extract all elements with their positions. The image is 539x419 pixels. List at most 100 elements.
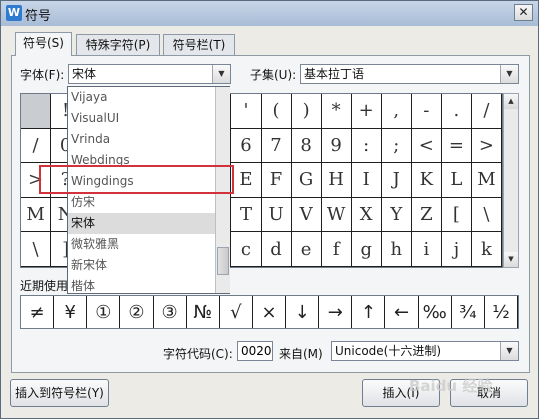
- tab-special-characters[interactable]: 特殊字符(P): [76, 34, 160, 55]
- symbol-cell[interactable]: V: [291, 197, 322, 233]
- symbol-cell[interactable]: T: [231, 197, 262, 233]
- font-option[interactable]: Vrinda: [68, 129, 215, 150]
- symbol-cell[interactable]: e: [291, 232, 322, 267]
- recent-symbol-cell[interactable]: ×: [253, 296, 287, 328]
- symbol-cell[interactable]: ': [231, 94, 262, 129]
- symbol-cell[interactable]: H: [321, 163, 352, 198]
- recent-symbol-cell[interactable]: ¾: [452, 296, 485, 328]
- font-option[interactable]: 微软雅黑: [68, 234, 215, 255]
- close-button[interactable]: ✕: [514, 4, 533, 21]
- recent-symbol-cell[interactable]: ↑: [352, 296, 386, 328]
- symbol-cell[interactable]: G: [291, 163, 322, 198]
- symbol-cell[interactable]: K: [411, 163, 442, 198]
- font-option[interactable]: Vijaya: [68, 87, 215, 108]
- scroll-down-icon[interactable]: ▼: [504, 252, 518, 267]
- subset-select-value: 基本拉丁语: [304, 67, 365, 81]
- recent-symbol-cell[interactable]: √: [220, 296, 253, 328]
- annotation-highlight-box: [39, 165, 234, 194]
- font-option[interactable]: 宋体: [68, 213, 215, 234]
- recent-label: 近期使用: [20, 279, 69, 293]
- symbol-cell[interactable]: F: [261, 163, 292, 198]
- symbol-cell[interactable]: <: [411, 128, 442, 164]
- symbol-cell[interactable]: ,: [381, 94, 412, 129]
- symbol-cell[interactable]: ): [291, 94, 322, 129]
- symbol-cell[interactable]: k: [471, 232, 502, 267]
- char-code-input[interactable]: 0020: [237, 341, 273, 361]
- symbol-cell[interactable]: /: [21, 128, 52, 164]
- symbol-cell[interactable]: *: [321, 94, 352, 129]
- symbol-cell[interactable]: (: [261, 94, 292, 129]
- symbol-cell[interactable]: =: [441, 128, 472, 164]
- recent-symbols[interactable]: ≠ ¥ ① ② ③ № √ × ↓ → ↑ ← ‰ ¾ ½: [20, 295, 519, 329]
- recent-symbol-cell[interactable]: ①: [87, 296, 121, 328]
- font-select-value: 宋体: [72, 67, 97, 81]
- symbol-cell[interactable]: f: [321, 232, 352, 267]
- symbol-cell[interactable]: Z: [411, 197, 442, 233]
- symbol-cell[interactable]: L: [441, 163, 472, 198]
- dialog-title: 符号: [25, 9, 52, 24]
- scroll-up-icon[interactable]: ▲: [504, 94, 518, 109]
- symbol-cell[interactable]: Y: [381, 197, 412, 233]
- font-select[interactable]: 宋体 ▼: [68, 64, 231, 84]
- symbol-cell[interactable]: -: [411, 94, 442, 129]
- symbol-cell[interactable]: M: [471, 163, 502, 198]
- symbol-cell[interactable]: U: [261, 197, 292, 233]
- symbol-cell[interactable]: X: [351, 197, 382, 233]
- recent-symbol-cell[interactable]: ③: [154, 296, 187, 328]
- symbol-cell[interactable]: [: [441, 197, 472, 233]
- symbol-cell[interactable]: M: [21, 197, 52, 233]
- symbol-cell[interactable]: /: [471, 94, 502, 129]
- recent-symbol-cell[interactable]: ←: [385, 296, 419, 328]
- chevron-down-icon[interactable]: ▼: [500, 65, 518, 83]
- font-option[interactable]: 楷体: [68, 276, 215, 297]
- symbol-cell[interactable]: g: [351, 232, 382, 267]
- recent-symbol-cell[interactable]: →: [319, 296, 353, 328]
- symbol-cell[interactable]: d: [261, 232, 292, 267]
- font-option[interactable]: VisualUI: [68, 108, 215, 129]
- symbol-cell[interactable]: E: [231, 163, 262, 198]
- symbol-cell[interactable]: j: [441, 232, 472, 267]
- symbol-cell[interactable]: c: [231, 232, 262, 267]
- tab-symbols[interactable]: 符号(S): [15, 32, 72, 56]
- symbol-cell[interactable]: W: [321, 197, 352, 233]
- subset-select[interactable]: 基本拉丁语 ▼: [300, 64, 519, 84]
- symbol-cell[interactable]: 6: [231, 128, 262, 164]
- font-label: 字体(F):: [20, 68, 65, 82]
- symbol-cell[interactable]: 9: [321, 128, 352, 164]
- recent-symbol-cell[interactable]: ≠: [21, 296, 55, 328]
- font-dropdown-scroll-thumb[interactable]: [217, 247, 229, 275]
- recent-symbol-cell[interactable]: ½: [485, 296, 518, 328]
- tab-symbol-bar[interactable]: 符号栏(T): [163, 34, 235, 55]
- symbol-cell[interactable]: ;: [381, 128, 412, 164]
- font-option[interactable]: 仿宋: [68, 192, 215, 213]
- recent-symbol-cell[interactable]: №: [187, 296, 220, 328]
- recent-symbol-cell[interactable]: ↓: [286, 296, 320, 328]
- from-select-value: Unicode(十六进制): [335, 344, 442, 358]
- symbol-cell[interactable]: J: [381, 163, 412, 198]
- symbol-cell[interactable]: i: [411, 232, 442, 267]
- recent-symbol-cell[interactable]: ②: [120, 296, 154, 328]
- symbol-cell[interactable]: I: [351, 163, 382, 198]
- font-option[interactable]: 新宋体: [68, 255, 215, 276]
- recent-symbol-cell[interactable]: ¥: [54, 296, 88, 328]
- symbol-cell[interactable]: \: [21, 232, 52, 267]
- title-bar[interactable]: W 符号 ✕: [1, 1, 538, 26]
- symbol-grid-scrollbar[interactable]: ▲ ▼: [503, 93, 519, 268]
- symbol-cell[interactable]: \: [471, 197, 502, 233]
- symbol-cell[interactable]: >: [471, 128, 502, 164]
- symbol-cell[interactable]: +: [351, 94, 382, 129]
- symbol-cell[interactable]: h: [381, 232, 412, 267]
- symbol-cell[interactable]: [21, 94, 52, 129]
- from-select[interactable]: Unicode(十六进制) ▼: [331, 341, 519, 361]
- chevron-down-icon[interactable]: ▼: [212, 65, 230, 83]
- insert-to-symbol-bar-button[interactable]: 插入到符号栏(Y): [10, 379, 109, 407]
- chevron-down-icon[interactable]: ▼: [500, 342, 518, 360]
- from-label: 来自(M): [279, 347, 323, 361]
- symbol-dialog: W 符号 ✕ 符号(S) 特殊字符(P) 符号栏(T) 字体(F): 宋体 ▼ …: [0, 0, 539, 419]
- symbol-cell[interactable]: .: [441, 94, 472, 129]
- app-icon: W: [6, 5, 22, 21]
- recent-symbol-cell[interactable]: ‰: [419, 296, 452, 328]
- symbol-cell[interactable]: :: [351, 128, 382, 164]
- symbol-cell[interactable]: 8: [291, 128, 322, 164]
- symbol-cell[interactable]: 7: [261, 128, 292, 164]
